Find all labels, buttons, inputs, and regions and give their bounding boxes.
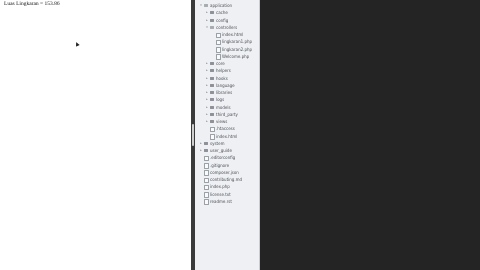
tree-item-label: index.html — [216, 133, 238, 139]
divider-handle-icon[interactable] — [192, 124, 194, 146]
chevron-right-icon[interactable]: ▸ — [205, 104, 209, 111]
tree-file[interactable]: lingkaran2.php — [195, 46, 259, 53]
tree-folder[interactable]: ▾ application — [195, 2, 259, 9]
tree-item-label: core — [216, 61, 225, 66]
chevron-down-icon[interactable]: ▾ — [199, 2, 203, 9]
folder-icon — [210, 83, 214, 87]
tree-file[interactable]: contributing.md — [195, 176, 259, 184]
browser-viewport: Luas Lingkaran = 153.86 — [0, 0, 191, 270]
tree-item-label: index.php — [210, 184, 230, 190]
tree-item-label: index.html — [222, 32, 244, 37]
folder-icon — [204, 149, 208, 152]
tree-folder[interactable]: ▸ hooks — [195, 75, 259, 82]
folder-icon — [210, 105, 214, 109]
tree-item-label: cache — [216, 10, 228, 16]
tree-item-label: logs — [216, 97, 225, 103]
tree-file[interactable]: .gitignore — [195, 162, 259, 169]
tree-item-label: third_party — [216, 111, 238, 117]
mouse-cursor-icon — [74, 41, 80, 47]
tree-folder[interactable]: ▸ third_party — [195, 111, 259, 118]
tree-file[interactable]: readme.rst — [195, 198, 259, 205]
folder-icon — [210, 91, 214, 94]
chevron-right-icon[interactable]: ▸ — [205, 96, 209, 103]
tree-item-label: .htaccess — [216, 126, 235, 132]
tree-file[interactable]: index.html — [195, 31, 259, 39]
chevron-right-icon[interactable]: ▸ — [205, 75, 209, 82]
folder-icon — [204, 4, 208, 7]
chevron-right-icon[interactable]: ▸ — [205, 9, 209, 16]
tree-item-label: language — [216, 82, 235, 88]
tree-folder[interactable]: ▾ controllers — [195, 24, 259, 31]
tree-folder[interactable]: ▸ system — [195, 140, 259, 147]
tree-file[interactable]: .htaccess — [195, 125, 259, 133]
tree-file[interactable]: .editorconfig — [195, 154, 259, 162]
tree-folder[interactable]: ▸ libraries — [195, 89, 259, 96]
tree-item-label: Welcome.php — [222, 53, 250, 59]
tree-item-label: hooks — [216, 75, 228, 81]
folder-icon — [210, 76, 214, 80]
chevron-right-icon[interactable]: ▸ — [205, 17, 209, 24]
tree-item-label: helpers — [216, 68, 231, 74]
chevron-right-icon[interactable]: ▸ — [205, 118, 209, 125]
chevron-right-icon[interactable]: ▸ — [205, 67, 209, 74]
tree-folder[interactable]: ▸ config — [195, 17, 259, 24]
chevron-right-icon[interactable]: ▸ — [205, 111, 209, 118]
tree-folder[interactable]: ▸ user_guide — [195, 147, 259, 154]
tree-folder[interactable]: ▸ language — [195, 82, 259, 89]
chevron-right-icon[interactable]: ▸ — [205, 89, 209, 96]
tree-folder[interactable]: ▸ cache — [195, 9, 259, 16]
tree-folder[interactable]: ▸ views — [195, 118, 259, 125]
tree-item-label: contributing.md — [210, 177, 243, 182]
tree-item-label: .editorconfig — [210, 155, 236, 161]
tree-folder[interactable]: ▸ core — [195, 60, 259, 67]
folder-icon — [210, 18, 214, 22]
tree-folder[interactable]: ▸ logs — [195, 96, 259, 103]
file-icon — [204, 199, 209, 205]
tree-item-label: controllers — [216, 24, 238, 30]
tree-item-label: config — [216, 17, 229, 23]
folder-icon — [210, 62, 214, 65]
folder-icon — [210, 25, 214, 29]
folder-icon — [210, 69, 214, 73]
chevron-right-icon[interactable]: ▸ — [199, 140, 203, 147]
chevron-right-icon[interactable]: ▸ — [205, 60, 209, 67]
folder-icon — [210, 98, 214, 102]
tree-item-label: composer.json — [210, 169, 239, 175]
folder-icon — [210, 11, 214, 15]
chevron-right-icon[interactable]: ▸ — [199, 147, 203, 154]
tree-item-label: .gitignore — [210, 162, 230, 168]
tree-item-label: models — [216, 104, 231, 110]
folder-icon — [210, 112, 214, 116]
tree-item-label: libraries — [216, 90, 233, 95]
tree-folder[interactable]: ▸ models — [195, 104, 259, 111]
code-editor-pane[interactable] — [260, 0, 480, 270]
tree-folder[interactable]: ▸ helpers — [195, 67, 259, 74]
tree-file[interactable]: index.html — [195, 133, 259, 140]
page-output-text: Luas Lingkaran = 153.86 — [4, 1, 60, 7]
folder-icon — [204, 141, 208, 145]
tree-item-label: application — [210, 3, 233, 8]
tree-item-label: views — [216, 119, 228, 124]
file-explorer-sidebar: ▾ application ▸ cache ▸ config ▾ controllers ind… — [195, 0, 260, 270]
tree-file[interactable]: lingkaran1.php — [195, 38, 259, 46]
tree-file[interactable]: Welcome.php — [195, 53, 259, 60]
tree-file[interactable]: composer.json — [195, 169, 259, 176]
folder-icon — [210, 120, 214, 123]
tree-item-label: license.txt — [210, 191, 231, 197]
tree-file[interactable]: index.php — [195, 183, 259, 191]
tree-file[interactable]: license.txt — [195, 191, 259, 198]
tree-item-label: readme.rst — [210, 198, 232, 204]
tree-item-label: lingkaran1.php — [222, 39, 253, 45]
tree-item-label: user_guide — [210, 148, 232, 153]
file-tree: ▾ application ▸ cache ▸ config ▾ controllers ind… — [195, 2, 259, 205]
chevron-down-icon[interactable]: ▾ — [205, 24, 209, 31]
tree-item-label: system — [210, 140, 225, 146]
chevron-right-icon[interactable]: ▸ — [205, 82, 209, 89]
tree-item-label: lingkaran2.php — [222, 46, 253, 52]
